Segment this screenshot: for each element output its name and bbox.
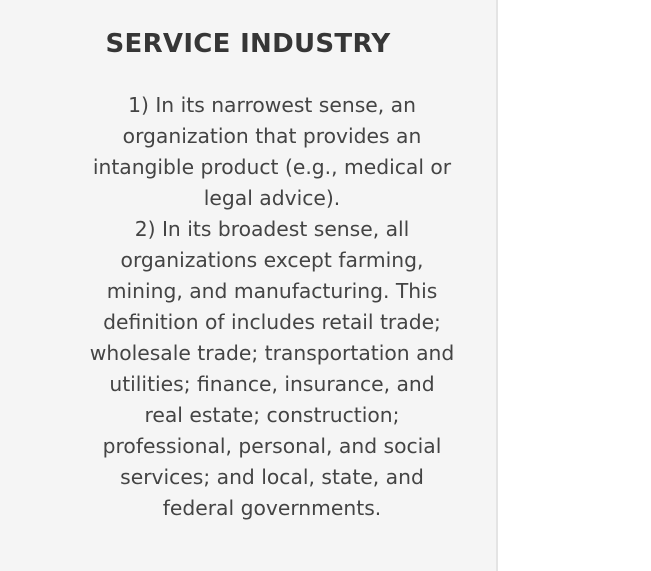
term-title: SERVICE INDUSTRY (105, 29, 391, 59)
empty-right-pane (498, 0, 651, 571)
definition-text: 1) In its narrowest sense, an organizati… (88, 90, 456, 524)
definition-broad: 2) In its broadest sense, all organizati… (89, 217, 455, 520)
definition-narrow: 1) In its narrowest sense, an organizati… (92, 93, 452, 210)
definition-card: SERVICE INDUSTRY 1) In its narrowest sen… (0, 0, 496, 571)
